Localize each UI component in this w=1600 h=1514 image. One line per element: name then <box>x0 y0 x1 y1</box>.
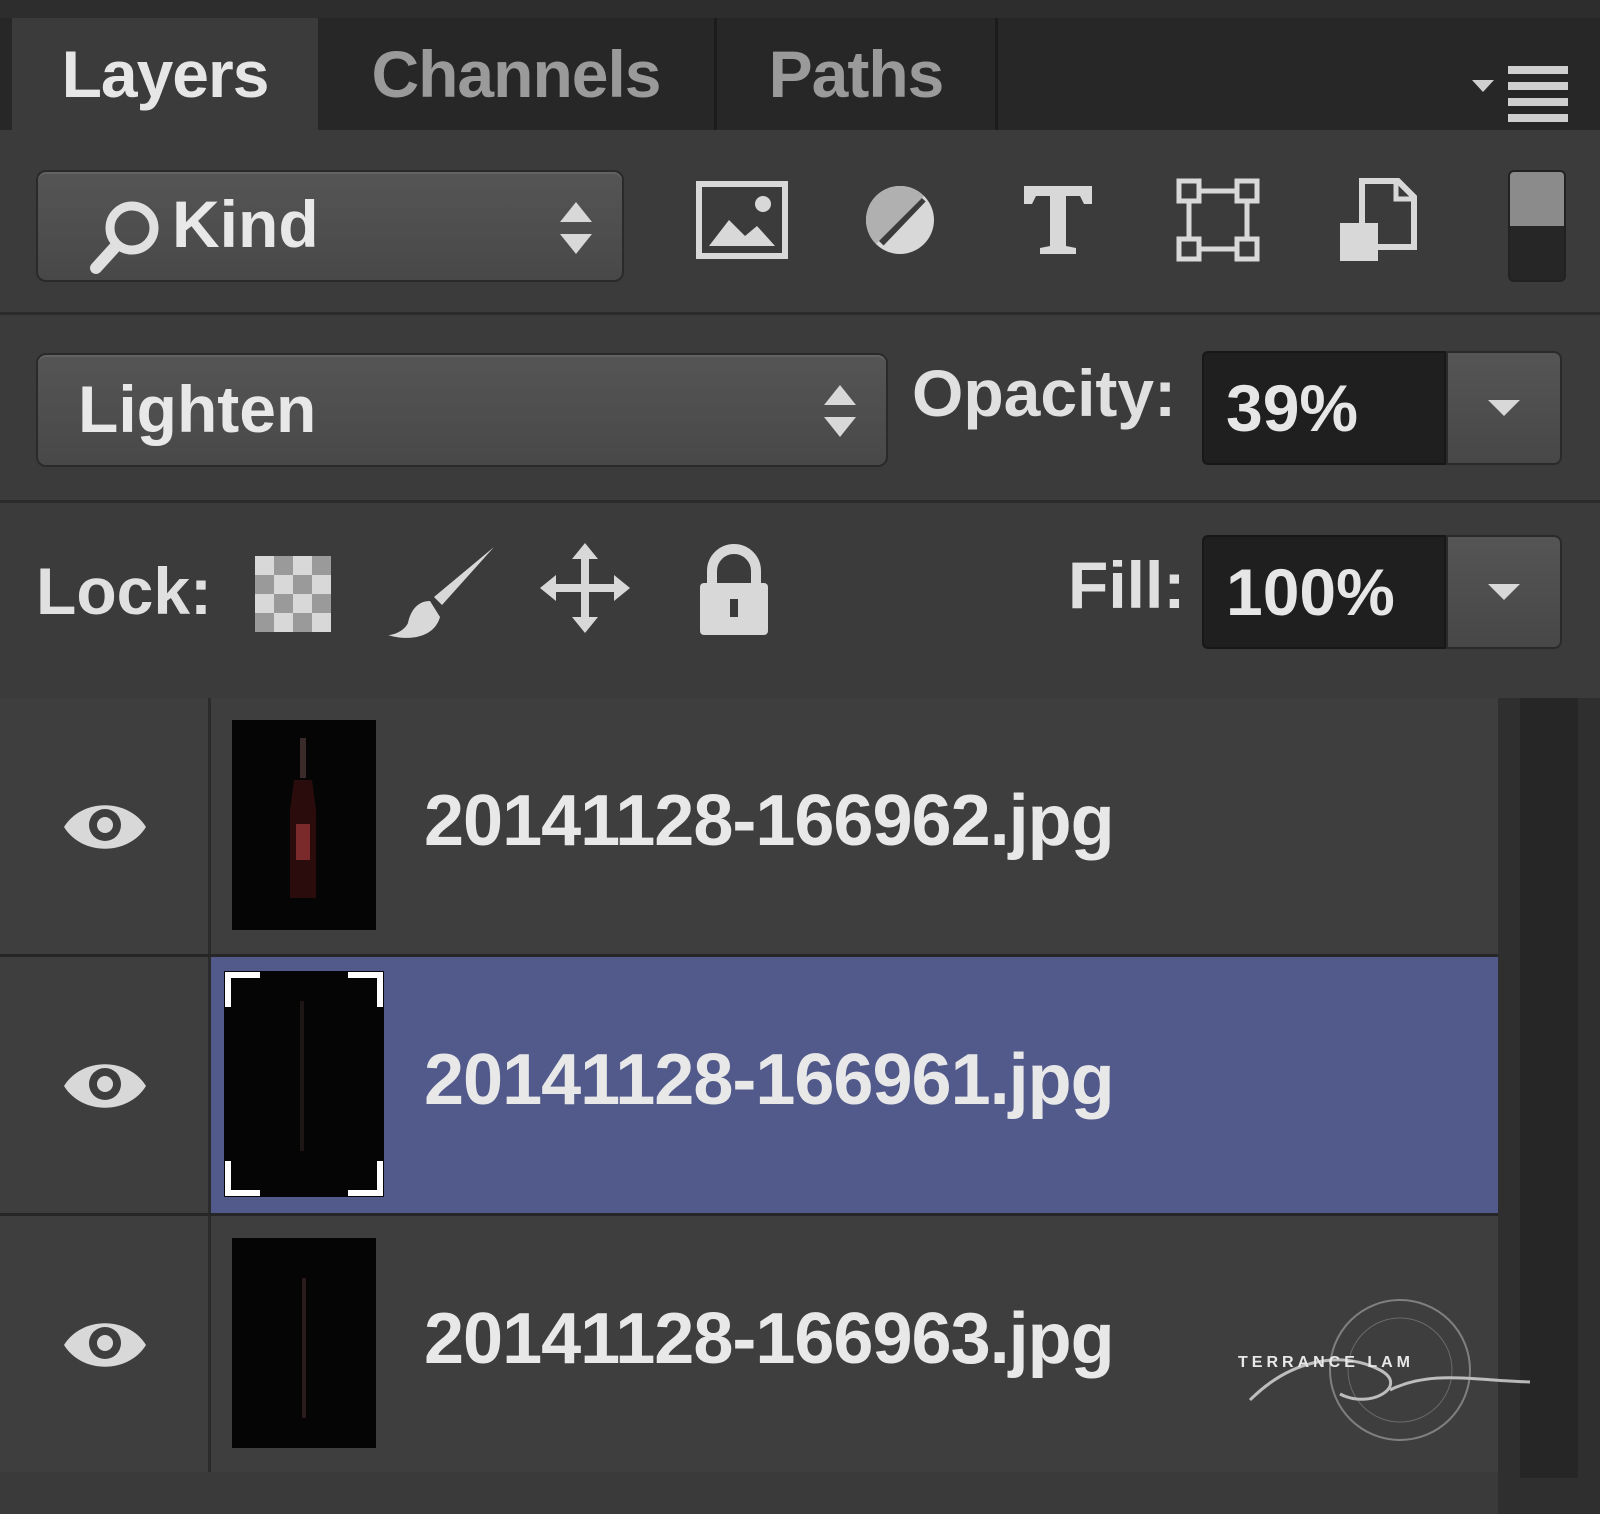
eye-icon <box>64 1064 146 1108</box>
panel-menu-icon[interactable] <box>1470 58 1570 128</box>
eye-icon <box>64 1323 146 1367</box>
visibility-toggle[interactable] <box>0 698 211 954</box>
shape-filter-icon[interactable] <box>1170 170 1266 270</box>
lock-row: Lock: Fill: 100% <box>0 503 1600 695</box>
move-arrows-icon[interactable] <box>540 543 630 633</box>
blend-row: Lighten Opacity: 39% <box>0 315 1600 503</box>
opacity-input[interactable]: 39% <box>1202 351 1446 465</box>
fill-input[interactable]: 100% <box>1202 535 1446 649</box>
lock-label: Lock: <box>36 554 213 628</box>
photographer-watermark-logo <box>1248 1299 1531 1441</box>
fill-label: Fill: <box>1068 548 1186 622</box>
chevron-down-icon <box>1488 400 1520 416</box>
tab-paths[interactable]: Paths <box>717 18 998 130</box>
filter-row: Kind <box>0 130 1600 315</box>
layers-list-footer <box>0 1472 1498 1514</box>
visibility-toggle[interactable] <box>0 1216 211 1472</box>
updown-arrows-icon <box>556 198 596 258</box>
filter-kind-label: Kind <box>172 187 319 261</box>
layer-name[interactable]: 20141128-166962.jpg <box>424 780 1115 862</box>
layers-panel: Layers Channels Paths Kind Lighten Opaci… <box>0 0 1600 1514</box>
eye-icon <box>64 805 146 849</box>
layer-row[interactable]: 20141128-166962.jpg <box>0 698 1498 957</box>
dark-thumbnail-image <box>302 1278 306 1418</box>
lock-all-icon[interactable] <box>694 543 774 639</box>
tab-layers[interactable]: Layers <box>12 18 318 130</box>
opacity-label: Opacity: <box>912 356 1177 430</box>
tab-channels[interactable]: Channels <box>318 18 717 130</box>
blend-mode-label: Lighten <box>78 372 317 446</box>
opacity-dropdown-button[interactable] <box>1446 351 1562 465</box>
selected-thumbnail-frame <box>224 971 384 1197</box>
fill-dropdown-button[interactable] <box>1446 535 1562 649</box>
wine-bottle-thumbnail-image <box>290 738 316 898</box>
brush-icon[interactable] <box>386 543 500 643</box>
lock-transparency-icon[interactable] <box>254 555 332 633</box>
filter-kind-select[interactable]: Kind <box>36 170 624 282</box>
updown-arrows-icon <box>820 381 860 441</box>
layer-name[interactable]: 20141128-166963.jpg <box>424 1298 1115 1380</box>
type-filter-icon[interactable] <box>1010 170 1106 270</box>
layer-thumbnail <box>232 1238 376 1448</box>
layer-thumbnail <box>224 971 384 1197</box>
search-icon <box>86 196 166 276</box>
panel-top-strip <box>0 0 1600 18</box>
filter-toggle-switch[interactable] <box>1508 170 1566 282</box>
image-filter-icon[interactable] <box>694 170 790 270</box>
layer-row-selected[interactable]: 20141128-166961.jpg <box>0 957 1498 1216</box>
visibility-toggle[interactable] <box>0 957 211 1213</box>
layer-name[interactable]: 20141128-166961.jpg <box>424 1039 1115 1121</box>
adjustment-filter-icon[interactable] <box>852 170 948 270</box>
panel-tab-bar: Layers Channels Paths <box>0 18 1600 130</box>
blend-mode-select[interactable]: Lighten <box>36 353 888 467</box>
chevron-down-icon <box>1488 584 1520 600</box>
watermark-text: TERRANCE LAM <box>1238 1354 1414 1371</box>
smart-object-filter-icon[interactable] <box>1330 170 1426 270</box>
layer-thumbnail <box>232 720 376 930</box>
